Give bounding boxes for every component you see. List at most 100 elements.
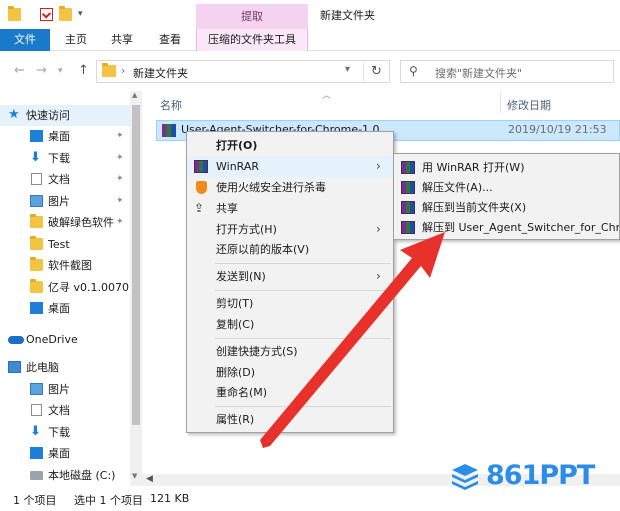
menu-separator [215,290,391,291]
winrar-icon [401,221,415,234]
nav-item-folder[interactable]: Test [0,234,130,255]
scrollbar-thumb[interactable] [132,105,140,425]
folder-icon [102,63,116,77]
breadcrumb-separator-icon[interactable]: › [121,64,125,77]
menu-item-properties[interactable]: 属性(R) [187,409,393,430]
menu-item-share[interactable]: ⇪ 共享 [187,198,393,219]
column-header-date[interactable]: 修改日期 [507,97,551,113]
customize-toolbar-icon[interactable]: ▾ [78,9,83,19]
sort-ascending-icon: ︿ [322,91,332,101]
ribbon-tabs: 文件 主页 共享 查看 压缩的文件夹工具 [0,29,620,51]
layers-logo-icon [452,464,478,490]
menu-item-rename[interactable]: 重命名(M) [187,382,393,403]
menu-item-open[interactable]: 打开(O) [187,135,393,156]
column-divider[interactable] [500,91,501,113]
nav-item-this-pc[interactable]: 此电脑 [0,357,130,378]
refresh-icon[interactable]: ↻ [363,62,389,82]
pin-icon[interactable]: ✦ [116,169,124,190]
up-arrow-icon[interactable]: ↑ [78,63,89,78]
nav-scrollbar[interactable]: ▲ ▼ [130,91,142,486]
nav-item-label: 快速访问 [26,109,70,122]
nav-item-documents[interactable]: 文档 ✦ [0,169,130,190]
scroll-up-icon[interactable]: ▲ [132,91,137,99]
nav-item-desktop[interactable]: 桌面 ✦ [0,126,130,147]
nav-item-pictures[interactable]: 图片 [0,379,130,400]
menu-item-label: 创建快捷方式(S) [216,345,298,358]
menu-item-restore-versions[interactable]: 还原以前的版本(V) [187,239,393,260]
menu-item-delete[interactable]: 删除(D) [187,362,393,383]
nav-item-label: 文档 [48,404,70,417]
drive-icon [30,471,43,480]
column-header-name[interactable]: 名称 [160,97,182,113]
menu-separator [215,406,391,407]
nav-item-downloads[interactable]: ⬇ 下载 ✦ [0,148,130,169]
menu-item-open-with[interactable]: 打开方式(H) › [187,219,393,240]
search-box[interactable]: ⚲ 搜索"新建文件夹" [400,60,614,83]
nav-item-folder[interactable]: 亿寻 v0.1.0070 [0,277,130,298]
folder-icon [30,214,43,228]
nav-item-folder[interactable]: 软件截图 [0,255,130,276]
nav-item-quick-access[interactable]: ★ 快速访问 [0,105,130,126]
nav-item-documents[interactable]: 文档 [0,400,130,421]
address-bar[interactable]: › 新建文件夹 ▾ ↻ [96,60,390,83]
tab-file[interactable]: 文件 [0,29,50,51]
menu-item-label: 删除(D) [216,366,256,379]
menu-item-send-to[interactable]: 发送到(N) › [187,266,393,287]
tab-home[interactable]: 主页 [58,29,94,51]
menu-item-copy[interactable]: 复制(C) [187,314,393,335]
desktop-icon [30,130,43,142]
tab-compressed-folder-tools[interactable]: 压缩的文件夹工具 [196,29,308,51]
nav-item-desktop[interactable]: 桌面 [0,443,130,464]
menu-item-label: 发送到(N) [216,270,266,283]
nav-item-folder[interactable]: 破解绿色软件 ✦ [0,212,130,233]
nav-item-label: 破解绿色软件 [48,216,114,229]
forward-arrow-icon[interactable]: → [36,63,47,78]
nav-item-label: 图片 [48,195,70,208]
desktop-icon [30,302,43,314]
folder-icon [30,236,43,250]
tab-view[interactable]: 查看 [152,29,188,51]
menu-item-create-shortcut[interactable]: 创建快捷方式(S) [187,341,393,362]
nav-item-downloads[interactable]: ⬇ 下载 [0,422,130,443]
title-bar: ▾ 提取 新建文件夹 [0,0,620,29]
pin-icon[interactable]: ✦ [116,212,124,233]
watermark: 861PPT [448,458,616,494]
properties-icon[interactable] [40,8,53,21]
menu-item-extract-here[interactable]: 解压到当前文件夹(X) [394,197,619,218]
nav-item-label: 桌面 [48,302,70,315]
tab-share[interactable]: 共享 [104,29,140,51]
back-arrow-icon[interactable]: ← [14,63,25,78]
menu-item-open-with-winrar[interactable]: 用 WinRAR 打开(W) [394,157,619,178]
recent-locations-icon[interactable]: ▾ [58,66,63,76]
nav-item-onedrive[interactable]: OneDrive [0,329,130,350]
nav-item-local-disk[interactable]: 本地磁盘 (C:) [0,465,130,486]
nav-item-desktop[interactable]: 桌面 [0,298,130,319]
scroll-down-icon[interactable]: ▼ [132,472,137,480]
menu-item-label: 用 WinRAR 打开(W) [422,161,525,174]
computer-icon [8,361,21,373]
pin-icon[interactable]: ✦ [116,191,124,212]
folder-icon[interactable] [8,6,21,21]
winrar-icon [401,161,415,174]
menu-item-extract-to-folder[interactable]: 解压到 User_Agent_Switcher_for_Chrome [394,217,619,238]
winrar-submenu: 用 WinRAR 打开(W) 解压文件(A)... 解压到当前文件夹(X) 解压… [393,153,620,240]
nav-item-pictures[interactable]: 图片 ✦ [0,191,130,212]
submenu-arrow-icon: › [376,269,381,283]
menu-separator [215,263,391,264]
search-input[interactable]: 搜索"新建文件夹" [435,65,522,81]
pin-icon[interactable]: ✦ [116,148,124,169]
menu-item-cut[interactable]: 剪切(T) [187,293,393,314]
nav-item-label: 文档 [48,173,70,186]
chevron-down-icon[interactable]: ▾ [345,64,350,75]
breadcrumb[interactable]: 新建文件夹 [133,65,188,81]
nav-item-label: 亿寻 v0.1.0070 [48,281,129,294]
menu-item-extract-files[interactable]: 解压文件(A)... [394,177,619,198]
new-folder-icon[interactable] [59,6,72,21]
menu-item-huorong-scan[interactable]: 使用火绒安全进行杀毒 [187,177,393,198]
menu-item-winrar[interactable]: WinRAR › [187,156,393,177]
pin-icon[interactable]: ✦ [116,126,124,147]
winrar-icon [401,181,415,194]
menu-item-label: 重命名(M) [216,386,268,399]
scroll-left-icon[interactable]: ◀ [146,474,153,484]
nav-item-label: 本地磁盘 (C:) [48,469,116,482]
